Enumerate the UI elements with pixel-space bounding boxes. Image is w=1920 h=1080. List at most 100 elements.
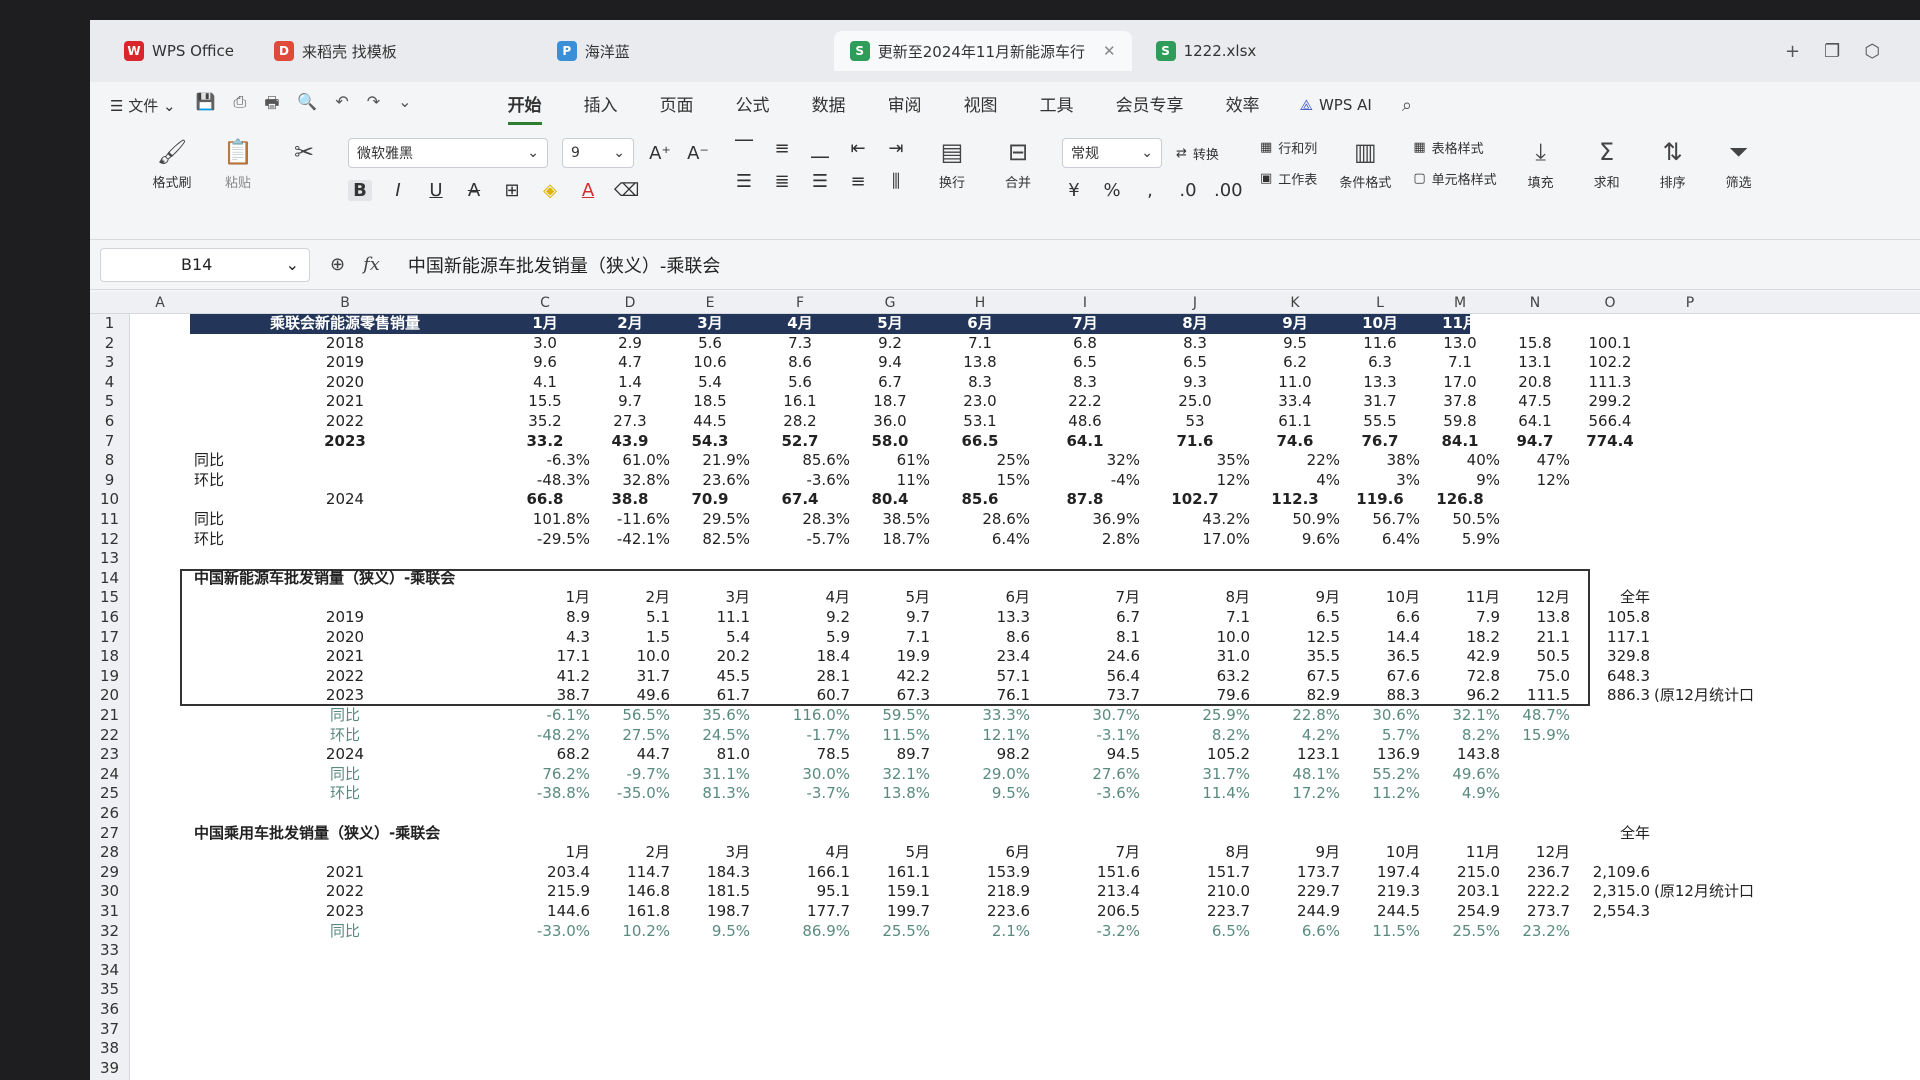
mom-cell[interactable]: -3.6% bbox=[750, 471, 850, 491]
value-cell[interactable]: 35.2 bbox=[500, 412, 590, 432]
value-cell[interactable]: 8.6 bbox=[750, 353, 850, 373]
row-header[interactable]: 13 bbox=[90, 549, 130, 569]
filter-button[interactable]: ⏷ 筛选 bbox=[1717, 138, 1761, 191]
fx-icon[interactable]: fx bbox=[363, 254, 380, 275]
value-cell[interactable]: 123.1 bbox=[1250, 745, 1340, 765]
value-cell[interactable]: 10.6 bbox=[670, 353, 750, 373]
value-cell[interactable]: 13.1 bbox=[1500, 353, 1570, 373]
value-cell[interactable]: 24.6 bbox=[1030, 647, 1140, 667]
year-label[interactable]: 2021 bbox=[190, 647, 500, 667]
value-cell[interactable]: 10.0 bbox=[590, 647, 670, 667]
value-cell[interactable]: 206.5 bbox=[1030, 902, 1140, 922]
value-cell[interactable]: 177.7 bbox=[750, 902, 850, 922]
value-cell[interactable]: 6.7 bbox=[850, 373, 930, 393]
row-header[interactable]: 7 bbox=[90, 431, 130, 452]
yoy-cell[interactable]: 27.6% bbox=[1030, 765, 1140, 785]
mom-cell[interactable]: 15.9% bbox=[1500, 726, 1570, 746]
yoy-cell[interactable]: 40% bbox=[1420, 451, 1500, 471]
mom-cell[interactable]: 9.5% bbox=[930, 784, 1030, 804]
value-cell[interactable]: 254.9 bbox=[1420, 902, 1500, 922]
value-cell[interactable]: 79.6 bbox=[1140, 686, 1250, 706]
value-cell[interactable]: 23.0 bbox=[930, 392, 1030, 412]
mom-cell[interactable]: -3.6% bbox=[1030, 784, 1140, 804]
file-menu[interactable]: ☰ 文件 ⌄ bbox=[110, 95, 176, 116]
yoy-cell[interactable]: 31.7% bbox=[1140, 765, 1250, 785]
clear-format-icon[interactable]: ⌫ bbox=[614, 180, 639, 201]
mom-cell[interactable]: -29.5% bbox=[500, 530, 590, 550]
value-cell[interactable]: 6.6 bbox=[1340, 608, 1420, 628]
font-size-select[interactable]: 9 ⌄ bbox=[562, 138, 634, 168]
ribbon-tab-1[interactable]: 插入 bbox=[584, 85, 618, 125]
value-cell[interactable]: 44.5 bbox=[670, 412, 750, 432]
column-header-P[interactable]: P bbox=[1650, 292, 1730, 314]
align-middle-icon[interactable]: ≡ bbox=[770, 138, 794, 159]
column-header-H[interactable]: H bbox=[930, 292, 1030, 314]
value-cell[interactable]: 47.5 bbox=[1500, 392, 1570, 412]
row-header[interactable]: 24 bbox=[90, 764, 130, 785]
value-cell[interactable]: 64.1 bbox=[1030, 432, 1140, 452]
ribbon-tab-4[interactable]: 数据 bbox=[812, 85, 846, 125]
yoy-cell[interactable]: 35.6% bbox=[670, 706, 750, 726]
name-box[interactable]: B14 ⌄ bbox=[100, 247, 310, 282]
month-header[interactable]: 5月 bbox=[850, 314, 930, 334]
month-header[interactable]: 5月 bbox=[850, 588, 930, 608]
search-icon[interactable]: ⌕ bbox=[1402, 95, 1412, 116]
value-cell[interactable]: 67.4 bbox=[750, 490, 850, 510]
yoy-cell[interactable]: 48.7% bbox=[1500, 706, 1570, 726]
row-header[interactable]: 22 bbox=[90, 725, 130, 746]
yoy-label[interactable]: 同比 bbox=[190, 451, 500, 471]
mom-cell[interactable]: 82.5% bbox=[670, 530, 750, 550]
value-cell[interactable]: 35.5 bbox=[1250, 647, 1340, 667]
value-cell[interactable]: 146.8 bbox=[590, 882, 670, 902]
row-header[interactable]: 39 bbox=[90, 1058, 130, 1079]
number-format-select[interactable]: 常规 ⌄ bbox=[1062, 138, 1162, 168]
distribute-icon[interactable]: ⫼ bbox=[884, 171, 908, 192]
align-right-icon[interactable]: ☰ bbox=[808, 171, 832, 192]
mom-cell[interactable]: 32.8% bbox=[590, 471, 670, 491]
value-cell[interactable]: 215.0 bbox=[1420, 863, 1500, 883]
row-header[interactable]: 1 bbox=[90, 314, 130, 334]
year-label[interactable]: 2023 bbox=[190, 902, 500, 922]
month-header[interactable]: 8月 bbox=[1140, 843, 1250, 863]
yoy-cell[interactable]: 50.9% bbox=[1250, 510, 1340, 530]
value-cell[interactable]: 112.3 bbox=[1250, 490, 1340, 510]
value-cell[interactable]: 2.9 bbox=[590, 334, 670, 354]
mom-cell[interactable]: 5.9% bbox=[1420, 530, 1500, 550]
value-cell[interactable]: 117.1 bbox=[1570, 628, 1650, 648]
value-cell[interactable]: 5.4 bbox=[670, 628, 750, 648]
column-header-K[interactable]: K bbox=[1250, 292, 1340, 314]
month-header[interactable]: 3月 bbox=[670, 314, 750, 334]
value-cell[interactable]: 111.3 bbox=[1570, 373, 1650, 393]
row-header[interactable]: 36 bbox=[90, 1000, 130, 1020]
value-cell[interactable]: 10.0 bbox=[1140, 628, 1250, 648]
wrap-button[interactable]: ▤ 换行 bbox=[930, 138, 974, 191]
mom-cell[interactable]: -35.0% bbox=[590, 784, 670, 804]
value-cell[interactable]: 8.1 bbox=[1030, 628, 1140, 648]
mom-cell[interactable]: 4.2% bbox=[1250, 726, 1340, 746]
month-header[interactable]: 8月 bbox=[1140, 314, 1250, 334]
mom-cell[interactable]: -42.1% bbox=[590, 530, 670, 550]
value-cell[interactable]: 5.9 bbox=[750, 628, 850, 648]
row-header[interactable]: 18 bbox=[90, 647, 130, 667]
year-label[interactable]: 2024 bbox=[190, 745, 500, 765]
mom-cell[interactable]: 8.2% bbox=[1140, 726, 1250, 746]
table3-title[interactable]: 中国乘用车批发销量（狭义）-乘联会 bbox=[190, 824, 500, 844]
value-cell[interactable]: 11.6 bbox=[1340, 334, 1420, 354]
year-label[interactable]: 2021 bbox=[190, 863, 500, 883]
document-tab[interactable]: D 来稻壳 找模板 bbox=[258, 31, 413, 71]
column-header-G[interactable]: G bbox=[850, 292, 930, 314]
yoy-cell[interactable]: 31.1% bbox=[670, 765, 750, 785]
month-header[interactable]: 3月 bbox=[670, 843, 750, 863]
value-cell[interactable]: 58.0 bbox=[850, 432, 930, 452]
mom-cell[interactable]: -48.3% bbox=[500, 471, 590, 491]
cut-button[interactable]: ✂ bbox=[282, 138, 326, 166]
value-cell[interactable]: 66.5 bbox=[930, 432, 1030, 452]
value-cell[interactable]: 17.1 bbox=[500, 647, 590, 667]
bold-icon[interactable]: B bbox=[348, 180, 372, 201]
value-cell[interactable]: 87.8 bbox=[1030, 490, 1140, 510]
month-header[interactable]: 9月 bbox=[1250, 588, 1340, 608]
value-cell[interactable]: 6.5 bbox=[1030, 353, 1140, 373]
yoy-cell[interactable]: 59.5% bbox=[850, 706, 930, 726]
value-cell[interactable]: 89.7 bbox=[850, 745, 930, 765]
column-header-J[interactable]: J bbox=[1140, 292, 1250, 314]
